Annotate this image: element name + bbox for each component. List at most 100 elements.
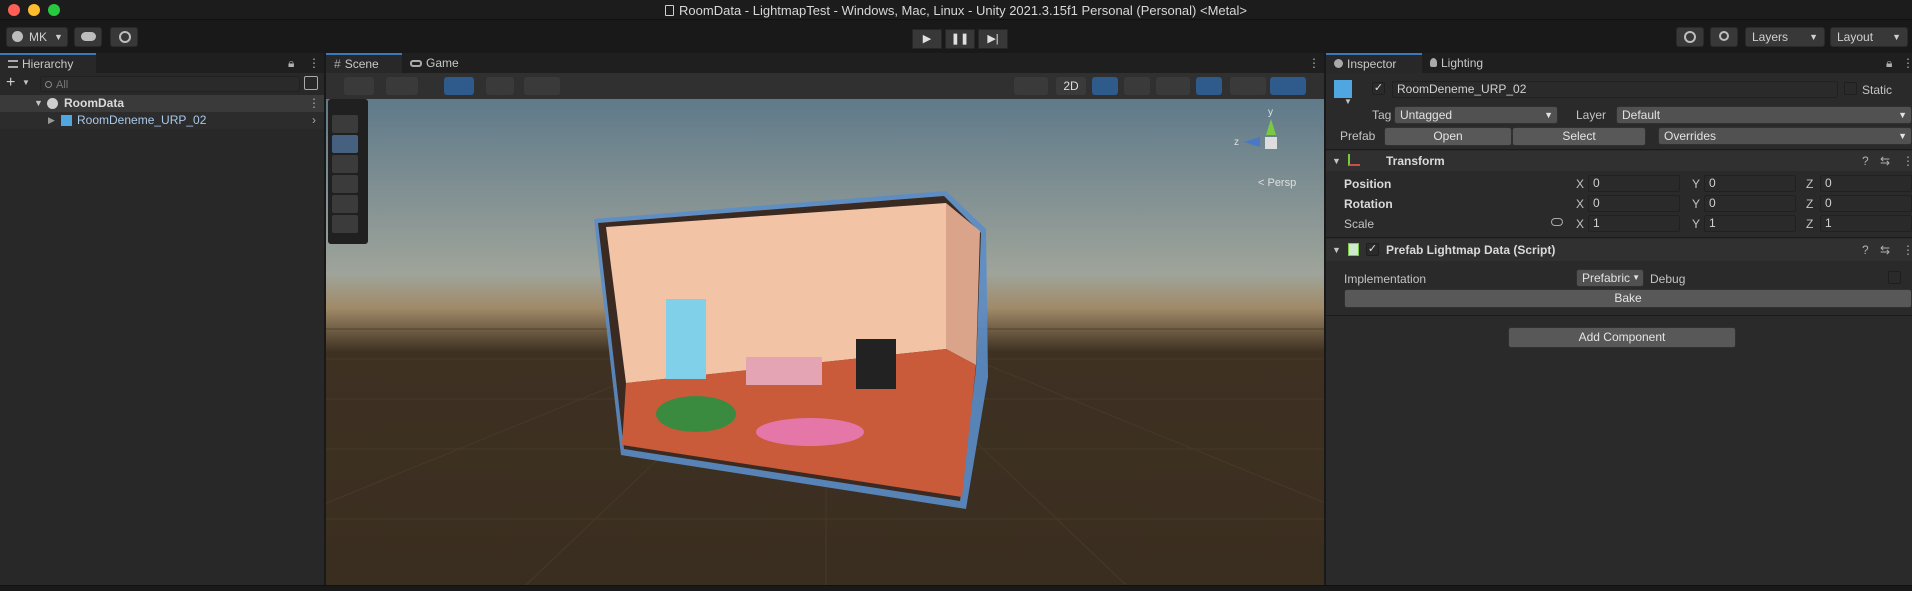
active-checkbox[interactable]: ✓ bbox=[1372, 82, 1385, 95]
rotate-tool-icon[interactable] bbox=[332, 155, 358, 173]
tab-lighting[interactable]: Lighting bbox=[1422, 53, 1512, 73]
hidden-objects-eye-icon[interactable] bbox=[1196, 77, 1222, 95]
tab-scene[interactable]: # Scene bbox=[326, 53, 402, 73]
pause-button[interactable]: ❚❚ bbox=[945, 29, 975, 49]
cloud-button[interactable] bbox=[74, 27, 102, 47]
layer-dropdown[interactable]: Default ▼ bbox=[1616, 106, 1912, 124]
kebab-menu-icon[interactable]: ⋮ bbox=[308, 95, 320, 112]
collab-button[interactable] bbox=[110, 27, 138, 47]
persp-label[interactable]: < Persp bbox=[1258, 177, 1296, 189]
script-enabled-checkbox[interactable]: ✓ bbox=[1366, 243, 1379, 256]
y-axis-label: y bbox=[1268, 107, 1273, 118]
transform-tool-icon[interactable] bbox=[332, 215, 358, 233]
bake-button[interactable]: Bake bbox=[1344, 289, 1912, 308]
transform-axes-icon bbox=[1348, 154, 1360, 166]
lighting-bulb-icon[interactable] bbox=[1092, 77, 1118, 95]
preset-icon[interactable]: ⇆ bbox=[1880, 242, 1890, 259]
divider bbox=[1326, 149, 1912, 150]
foldout-arrow-icon: ▼ bbox=[1332, 245, 1341, 255]
axis-x-label: X bbox=[1576, 217, 1585, 231]
transform-header[interactable]: ▼ Transform ? ⇆ ⋮ bbox=[1326, 151, 1912, 171]
foldout-arrow-icon: ▼ bbox=[1332, 156, 1341, 166]
debug-checkbox[interactable] bbox=[1888, 271, 1901, 284]
chevron-down-icon: ▼ bbox=[1892, 32, 1901, 42]
shading-cube-icon[interactable] bbox=[386, 77, 418, 95]
scale-y-field[interactable]: 1 bbox=[1704, 215, 1796, 232]
layout-dropdown[interactable]: Layout ▼ bbox=[1830, 27, 1908, 47]
kebab-menu-icon[interactable]: ⋮ bbox=[1902, 153, 1912, 170]
account-dropdown[interactable]: MK ▼ bbox=[6, 27, 68, 47]
chevron-right-icon[interactable]: › bbox=[312, 112, 316, 129]
scale-label: Scale bbox=[1344, 217, 1375, 231]
kebab-menu-icon[interactable]: ⋮ bbox=[1308, 56, 1320, 70]
gizmo-center-cube bbox=[1265, 137, 1277, 149]
axis-y-label: Y bbox=[1692, 177, 1701, 191]
rotation-y-field[interactable]: 0 bbox=[1704, 195, 1796, 212]
axis-y-label: Y bbox=[1692, 217, 1701, 231]
tab-inspector[interactable]: Inspector bbox=[1326, 53, 1422, 73]
object-name-field[interactable]: RoomDeneme_URP_02 bbox=[1392, 81, 1838, 98]
scene-viewport[interactable]: y z < Persp bbox=[326, 99, 1324, 585]
draw-mode-icon[interactable] bbox=[344, 77, 374, 95]
constrain-proportions-link-icon[interactable] bbox=[1551, 218, 1563, 226]
add-component-button[interactable]: Add Component bbox=[1508, 327, 1736, 348]
step-button[interactable]: ▶| bbox=[978, 29, 1008, 49]
scene-row[interactable]: ▼ RoomData ⋮ bbox=[0, 95, 324, 112]
mode-2d-toggle[interactable]: 2D bbox=[1056, 77, 1086, 95]
scene-tabbar: # Scene Game ⋮ bbox=[326, 53, 1324, 73]
position-y-field[interactable]: 0 bbox=[1704, 175, 1796, 192]
lock-icon[interactable]: 🔒︎ bbox=[288, 56, 294, 71]
rect-tool-icon[interactable] bbox=[332, 195, 358, 213]
layers-dropdown[interactable]: Layers ▼ bbox=[1745, 27, 1825, 47]
audio-mute-icon[interactable] bbox=[1124, 77, 1150, 95]
prefab-overrides-dropdown[interactable]: Overrides ▼ bbox=[1658, 127, 1912, 145]
prefab-select-button[interactable]: Select bbox=[1512, 127, 1646, 146]
scale-z-field[interactable]: 1 bbox=[1820, 215, 1912, 232]
camera-icon[interactable] bbox=[1230, 77, 1266, 95]
position-x-field[interactable]: 0 bbox=[1588, 175, 1680, 192]
move-tool-icon[interactable] bbox=[332, 135, 358, 153]
scale-x-field[interactable]: 1 bbox=[1588, 215, 1680, 232]
hierarchy-tabbar: Hierarchy 🔒︎ ⋮ bbox=[0, 53, 324, 73]
create-button[interactable]: + ▼ bbox=[4, 74, 34, 92]
prefab-label: Prefab bbox=[1340, 129, 1376, 143]
tab-hierarchy[interactable]: Hierarchy bbox=[0, 53, 96, 73]
inspector-panel: Inspector Lighting 🔒︎ ⋮ ▼ ✓ RoomDeneme_U… bbox=[1326, 53, 1912, 585]
preset-icon[interactable]: ⇆ bbox=[1880, 153, 1890, 170]
scale-tool-icon[interactable] bbox=[332, 175, 358, 193]
effects-layers-icon[interactable] bbox=[1156, 77, 1190, 95]
ruler-icon[interactable] bbox=[524, 77, 560, 95]
room-model[interactable] bbox=[326, 99, 1324, 585]
position-z-field[interactable]: 0 bbox=[1820, 175, 1912, 192]
rotation-x-field[interactable]: 0 bbox=[1588, 195, 1680, 212]
play-button[interactable]: ▶ bbox=[912, 29, 942, 49]
static-checkbox[interactable] bbox=[1844, 82, 1857, 95]
search-button[interactable] bbox=[1710, 27, 1738, 47]
script-component-header[interactable]: ▼ ✓ Prefab Lightmap Data (Script) ? ⇆ ⋮ bbox=[1326, 239, 1912, 261]
position-label: Position bbox=[1344, 177, 1392, 191]
grid-snap-icon[interactable] bbox=[444, 77, 474, 95]
main-toolbar: MK ▼ ▶ ❚❚ ▶| Layers ▼ Layout ▼ bbox=[0, 20, 1912, 53]
kebab-menu-icon[interactable]: ⋮ bbox=[1902, 56, 1912, 70]
hierarchy-search-input[interactable]: All bbox=[40, 76, 300, 92]
rotation-z-field[interactable]: 0 bbox=[1820, 195, 1912, 212]
play-icon: ▶ bbox=[922, 33, 932, 45]
gizmos-icon[interactable] bbox=[1270, 77, 1306, 95]
implementation-dropdown[interactable]: Prefabric ▼ bbox=[1576, 269, 1644, 287]
lock-icon[interactable]: 🔒︎ bbox=[1886, 56, 1892, 71]
orientation-gizmo[interactable]: y z < Persp bbox=[1234, 107, 1314, 197]
kebab-menu-icon[interactable]: ⋮ bbox=[308, 56, 320, 70]
scene-visibility-icon[interactable] bbox=[304, 76, 318, 90]
help-icon[interactable]: ? bbox=[1862, 153, 1869, 170]
chevron-down-icon: ▼ bbox=[1809, 32, 1818, 42]
history-button[interactable] bbox=[1676, 27, 1704, 47]
orientation-icon[interactable] bbox=[1014, 77, 1048, 95]
help-icon[interactable]: ? bbox=[1862, 242, 1869, 259]
hand-tool-icon[interactable] bbox=[332, 115, 358, 133]
tag-dropdown[interactable]: Untagged ▼ bbox=[1394, 106, 1558, 124]
increment-snap-icon[interactable] bbox=[486, 77, 514, 95]
prefab-open-button[interactable]: Open bbox=[1384, 127, 1512, 146]
kebab-menu-icon[interactable]: ⋮ bbox=[1902, 242, 1912, 259]
list-item[interactable]: ▶ RoomDeneme_URP_02 › bbox=[0, 112, 324, 129]
tab-game[interactable]: Game bbox=[402, 53, 472, 73]
